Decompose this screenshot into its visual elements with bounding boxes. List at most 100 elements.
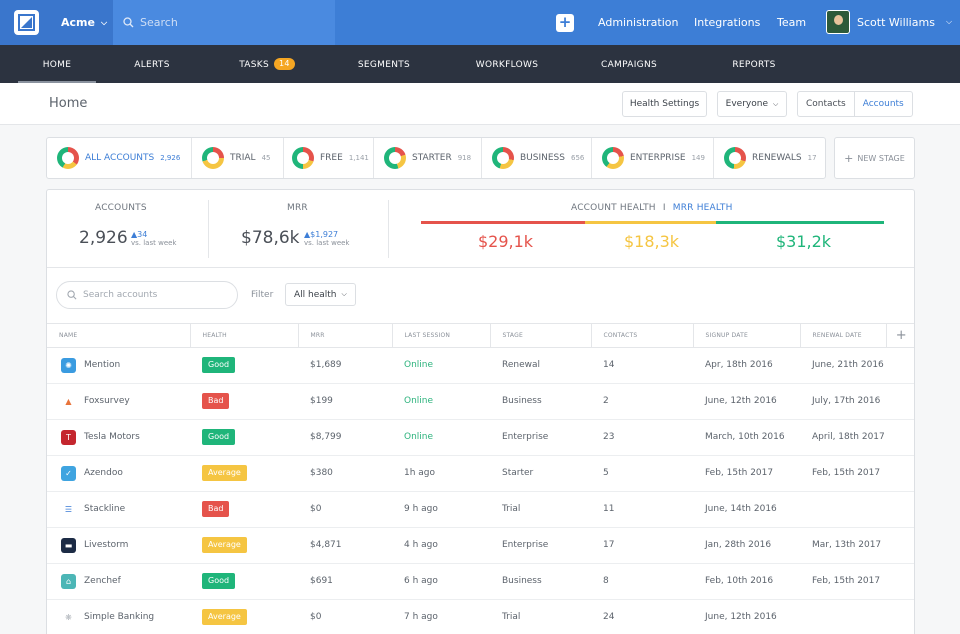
tab-alerts[interactable]: ALERTS: [120, 45, 184, 83]
health-badge: Average: [202, 537, 247, 553]
col-stage[interactable]: STAGE: [490, 324, 592, 348]
cell-name: ✓ Azendoo: [47, 455, 190, 492]
col-mrr[interactable]: MRR: [298, 324, 393, 348]
col-renewal-date[interactable]: RENEWAL DATE: [800, 324, 887, 348]
stage-free[interactable]: FREE 1,141: [292, 138, 374, 178]
chevron-down-icon: ⌵: [773, 99, 779, 108]
account-name[interactable]: Foxsurvey: [84, 396, 130, 406]
account-health-tab[interactable]: ACCOUNT HEALTH: [571, 203, 656, 213]
add-column-button[interactable]: +: [886, 324, 914, 348]
org-switcher[interactable]: Acme ⌵: [61, 0, 107, 45]
chevron-down-icon: ⌵: [341, 290, 347, 298]
health-filter-dropdown[interactable]: All health ⌵: [285, 283, 356, 306]
table-row[interactable]: ⌂ Zenchef Good $691 6 h ago Business 8 Feb, 10t…: [47, 563, 914, 600]
health-settings-button[interactable]: Health Settings: [622, 91, 707, 117]
cell-empty: [886, 491, 914, 528]
cell-signup-date: Feb, 15th 2017: [693, 455, 800, 492]
tab-workflows[interactable]: WORKFLOWS: [466, 45, 548, 83]
account-name[interactable]: Zenchef: [84, 576, 121, 586]
account-name[interactable]: Stackline: [84, 504, 125, 514]
tab-home[interactable]: HOME: [18, 45, 96, 83]
global-search[interactable]: [113, 0, 335, 45]
org-name: Acme: [61, 16, 95, 29]
accounts-delta-value: 34: [137, 230, 148, 239]
tab-segments-label: SEGMENTS: [357, 60, 411, 70]
accounts-toggle[interactable]: Accounts: [853, 92, 912, 116]
stage-health-ring-icon: [57, 147, 79, 169]
stage-trial[interactable]: TRIAL 45: [202, 138, 284, 178]
cell-last-session: 4 h ago: [392, 527, 490, 564]
new-stage-label: NEW STAGE: [857, 153, 905, 163]
tab-segments[interactable]: SEGMENTS: [346, 45, 422, 83]
cell-empty: [886, 455, 914, 492]
account-name[interactable]: Simple Banking: [84, 612, 154, 622]
cell-name: ⌂ Zenchef: [47, 563, 190, 600]
stage-business[interactable]: BUSINESS 656: [492, 138, 592, 178]
col-health[interactable]: HEALTH: [190, 324, 299, 348]
table-row[interactable]: ▬ Livestorm Average $4,871 4 h ago Enterprise…: [47, 527, 914, 564]
tab-campaigns[interactable]: CAMPAIGNS: [590, 45, 668, 83]
cell-last-session: 9 h ago: [392, 491, 490, 528]
new-stage-button[interactable]: + NEW STAGE: [834, 137, 915, 179]
cell-health: Bad: [190, 491, 298, 528]
global-search-input[interactable]: [140, 16, 320, 29]
stage-renewals[interactable]: RENEWALS 17: [724, 138, 824, 178]
contacts-toggle[interactable]: Contacts: [798, 92, 854, 116]
col-name[interactable]: NAME: [47, 324, 191, 348]
page-header: Home Health Settings Everyone ⌵ Contacts …: [0, 83, 960, 125]
account-name[interactable]: Livestorm: [84, 540, 128, 550]
add-button[interactable]: +: [556, 14, 574, 32]
nav-administration[interactable]: Administration: [598, 0, 679, 45]
average-health-bar: [585, 221, 716, 224]
everyone-dropdown[interactable]: Everyone ⌵: [717, 91, 787, 117]
cell-last-session: 7 h ago: [392, 599, 490, 634]
col-last-session[interactable]: LAST SESSION: [392, 324, 491, 348]
nav-administration-label: Administration: [598, 16, 679, 29]
cell-signup-date: Apr, 18th 2016: [693, 347, 800, 384]
tab-tasks[interactable]: TASKS 14: [232, 45, 302, 83]
cell-contacts: 11: [591, 491, 693, 528]
account-name[interactable]: Azendoo: [84, 468, 123, 478]
table-row[interactable]: ▲ Foxsurvey Bad $199 Online Business 2 June, 12…: [47, 383, 914, 420]
cell-renewal-date: Mar, 13th 2017: [800, 527, 886, 564]
mrr-metric-value: $78,6k: [241, 228, 300, 248]
mrr-metric-label: MRR: [287, 203, 308, 213]
stage-enterprise[interactable]: ENTERPRISE 149: [602, 138, 714, 178]
cell-contacts: 2: [591, 383, 693, 420]
cell-health: Average: [190, 527, 298, 564]
cell-last-session: Online: [392, 419, 490, 456]
table-row[interactable]: ☰ Stackline Bad $0 9 h ago Trial 11 June, 14th …: [47, 491, 914, 528]
stackline-icon: ☰: [61, 501, 76, 517]
cell-name: ✺ Mention: [47, 347, 190, 384]
user-menu[interactable]: Scott Williams ⌵: [826, 10, 952, 34]
stage-starter[interactable]: STARTER 918: [384, 138, 482, 178]
stage-all-accounts[interactable]: ALL ACCOUNTS 2,926: [57, 138, 192, 178]
nav-integrations[interactable]: Integrations: [694, 0, 760, 45]
account-search-input[interactable]: [83, 290, 223, 300]
health-toggle: ACCOUNT HEALTH I MRR HEALTH: [571, 203, 733, 213]
col-contacts[interactable]: CONTACTS: [591, 324, 694, 348]
mrr-health-tab[interactable]: MRR HEALTH: [673, 203, 733, 213]
table-row[interactable]: ✓ Azendoo Average $380 1h ago Starter 5 Feb, 15…: [47, 455, 914, 492]
cell-empty: [886, 419, 914, 456]
nav-team[interactable]: Team: [777, 0, 806, 45]
tab-reports[interactable]: REPORTS: [722, 45, 786, 83]
table-row[interactable]: ✺ Mention Good $1,689 Online Renewal 14 Apr, 18…: [47, 347, 914, 384]
cell-name: ▬ Livestorm: [47, 527, 190, 564]
app-logo-icon[interactable]: [14, 10, 39, 35]
account-name[interactable]: Tesla Motors: [84, 432, 140, 442]
health-badge: Average: [202, 465, 247, 481]
top-bar: Acme ⌵ + Administration Integrations Tea…: [0, 0, 960, 45]
account-name[interactable]: Mention: [84, 360, 120, 370]
cell-mrr: $4,871: [298, 527, 392, 564]
cell-health: Average: [190, 599, 298, 634]
col-signup-date[interactable]: SIGNUP DATE: [693, 324, 801, 348]
table-row[interactable]: T Tesla Motors Good $8,799 Online Enterprise 2…: [47, 419, 914, 456]
cell-signup-date: March, 10th 2016: [693, 419, 800, 456]
account-search[interactable]: [56, 281, 238, 309]
cell-mrr: $0: [298, 491, 392, 528]
cell-signup-date: Jan, 28th 2016: [693, 527, 800, 564]
good-health-bar: [716, 221, 884, 224]
table-row[interactable]: ❋ Simple Banking Average $0 7 h ago Trial 24 Ju…: [47, 599, 914, 634]
cell-stage: Business: [490, 383, 591, 420]
